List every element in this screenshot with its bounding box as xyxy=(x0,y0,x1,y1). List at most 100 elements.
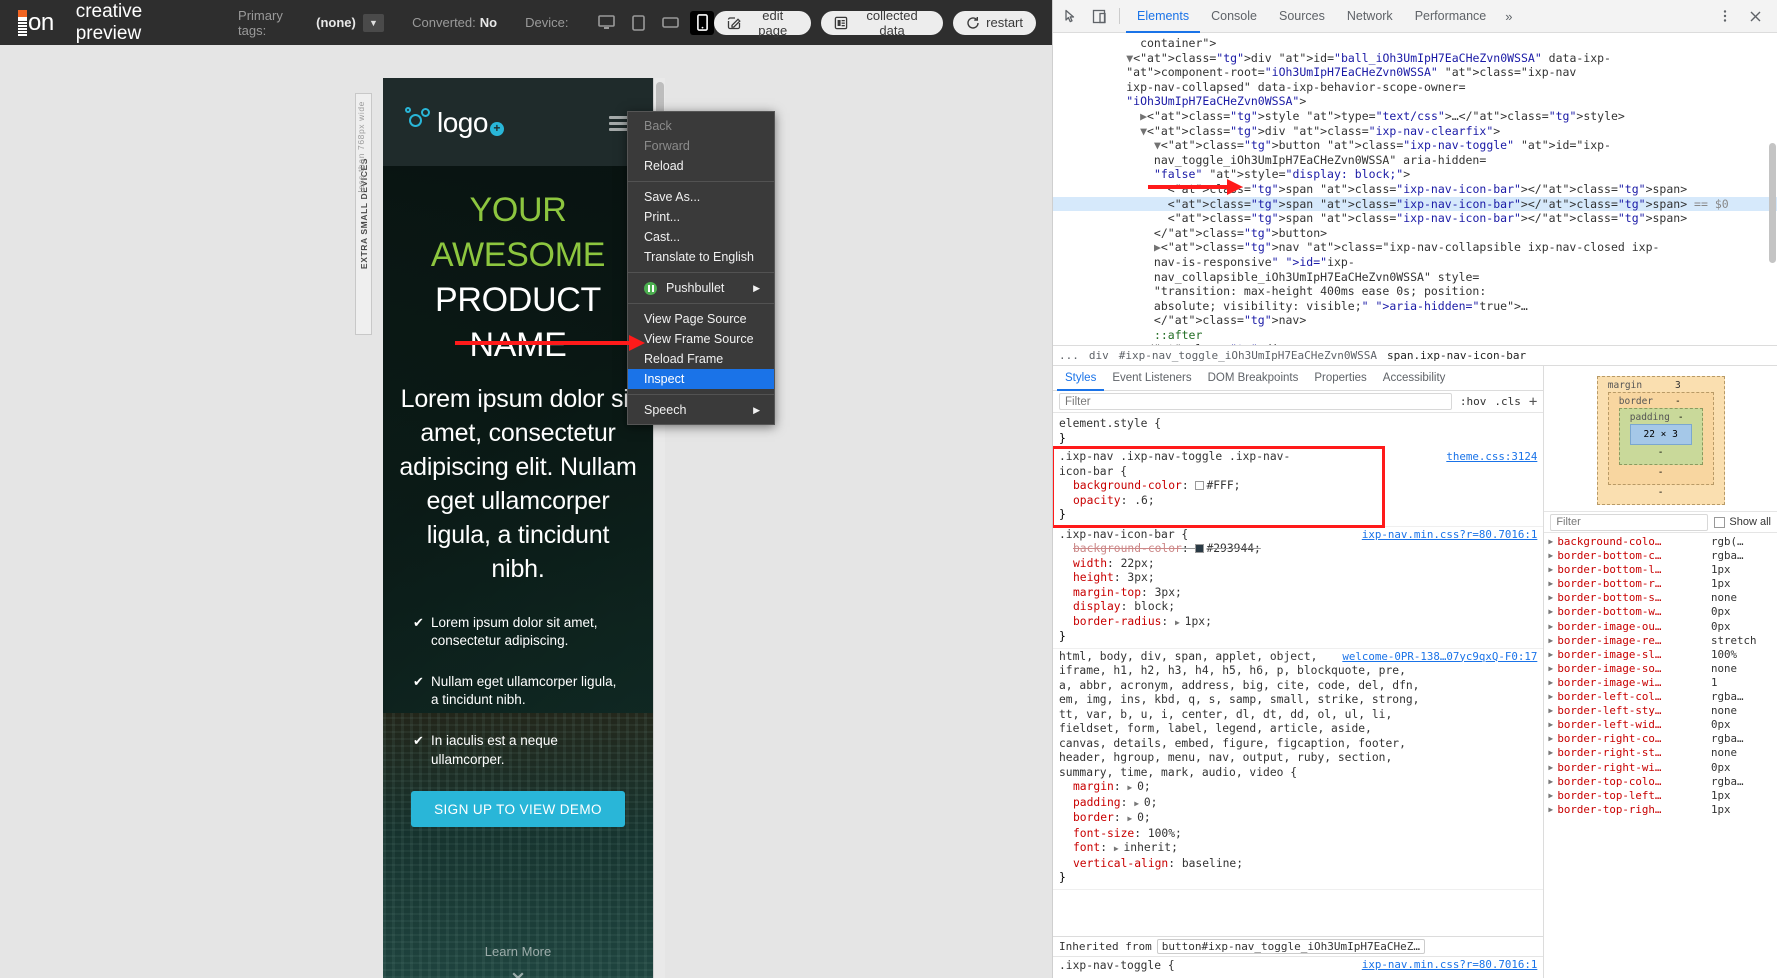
css-declaration[interactable]: background-color: #FFF; xyxy=(1059,479,1537,494)
breadcrumb-item-ellipsis[interactable]: ... xyxy=(1059,349,1079,362)
css-rules-list[interactable]: element.style {} theme.css:3124 .ixp-nav .… xyxy=(1053,413,1544,936)
css-rule[interactable]: welcome-0PR-138…07yc9qxQ-F0:17 html, body… xyxy=(1053,649,1544,890)
breadcrumb-item-button[interactable]: #ixp-nav_toggle_iOh3UmIpH7EaCHeZvn0WSSA xyxy=(1119,349,1377,362)
box-model-padding-bottom[interactable]: - xyxy=(1630,447,1692,458)
dom-tree-line[interactable]: ▼<"at">class="tg">button "at">class="ixp… xyxy=(1053,138,1777,153)
expand-triangle-icon[interactable]: ▶ xyxy=(1548,704,1557,718)
computed-property-row[interactable]: ▶ border-right-wi… 0px xyxy=(1544,761,1777,775)
expand-triangle-icon[interactable]: ▶ xyxy=(1548,577,1557,591)
tab-accessibility[interactable]: Accessibility xyxy=(1375,366,1454,391)
dom-tree-line[interactable]: ▼<"at">class="tg">div "at">class="ixp-na… xyxy=(1053,124,1777,139)
color-swatch[interactable] xyxy=(1195,544,1205,553)
menu-item-view-frame-source[interactable]: View Frame Source xyxy=(628,329,774,349)
signup-cta-button[interactable]: SIGN UP TO VIEW DEMO xyxy=(411,791,625,828)
learn-more-link[interactable]: Learn More ⌄ xyxy=(383,944,653,978)
device-toolbar-toggle-icon[interactable] xyxy=(1085,3,1113,29)
breadcrumb-item-div[interactable]: div xyxy=(1089,349,1109,362)
device-tablet-portrait-icon[interactable] xyxy=(626,11,650,35)
computed-property-row[interactable]: ▶ border-image-so… none xyxy=(1544,662,1777,676)
computed-property-row[interactable]: ▶ border-top-righ… 1px xyxy=(1544,803,1777,817)
dom-tree-line[interactable]: ▶<"at">class="tg">nav "at">class="ixp-na… xyxy=(1053,240,1777,255)
computed-property-row[interactable]: ▶ border-left-col… rgba… xyxy=(1544,690,1777,704)
computed-property-row[interactable]: ▶ background-colo… rgb(… xyxy=(1544,535,1777,549)
box-model-content[interactable]: 22 × 3 xyxy=(1629,424,1692,445)
device-mobile-icon[interactable] xyxy=(690,10,715,35)
show-all-toggle[interactable]: Show all xyxy=(1714,516,1771,528)
more-tabs-icon[interactable]: » xyxy=(1497,9,1520,24)
computed-property-row[interactable]: ▶ border-bottom-c… rgba… xyxy=(1544,549,1777,563)
collected-data-button[interactable]: collected data xyxy=(820,8,944,38)
css-declaration[interactable]: width: 22px; xyxy=(1059,557,1537,572)
dom-tree-line[interactable]: "iOh3UmIpH7EaCHeZvn0WSSA"> xyxy=(1053,94,1777,109)
menu-item-back[interactable]: Back xyxy=(628,116,774,136)
expand-triangle-icon[interactable]: ▶ xyxy=(1548,718,1557,732)
tab-dom-breakpoints[interactable]: DOM Breakpoints xyxy=(1200,366,1307,391)
creative-logo[interactable]: logo + xyxy=(405,106,504,139)
menu-item-save-as[interactable]: Save As... xyxy=(628,187,774,207)
device-desktop-icon[interactable] xyxy=(594,11,618,35)
expand-triangle-icon[interactable]: ▶ xyxy=(1548,662,1557,676)
expand-triangle-icon[interactable]: ▶ xyxy=(1548,563,1557,577)
dom-tree-line[interactable]: <"at">class="tg">span "at">class="ixp-na… xyxy=(1053,196,1777,212)
expand-triangle-icon[interactable]: ▶ xyxy=(1548,732,1557,746)
menu-item-pushbullet[interactable]: Pushbullet ▶ xyxy=(628,278,774,298)
computed-property-row[interactable]: ▶ border-left-wid… 0px xyxy=(1544,718,1777,732)
menu-item-reload[interactable]: Reload xyxy=(628,156,774,176)
dom-tree-line[interactable]: nav_collapsible_iOh3UmIpH7EaCHeZvn0WSSA"… xyxy=(1053,270,1777,285)
css-declaration[interactable]: font-size: 100%; xyxy=(1059,827,1537,842)
computed-property-row[interactable]: ▶ border-bottom-s… none xyxy=(1544,591,1777,605)
menu-item-print[interactable]: Print... xyxy=(628,207,774,227)
css-declaration[interactable]: vertical-align: baseline; xyxy=(1059,857,1537,872)
dom-tree-line[interactable]: nav_toggle_iOh3UmIpH7EaCHeZvn0WSSA" aria… xyxy=(1053,153,1777,168)
tab-performance[interactable]: Performance xyxy=(1404,0,1498,33)
menu-item-speech[interactable]: Speech ▶ xyxy=(628,400,774,420)
tab-event-listeners[interactable]: Event Listeners xyxy=(1104,366,1199,391)
menu-item-inspect[interactable]: Inspect xyxy=(628,369,774,389)
menu-item-translate[interactable]: Translate to English xyxy=(628,247,774,267)
css-declaration[interactable]: padding: ▶ 0; xyxy=(1059,796,1537,812)
dom-tree-line[interactable]: </"at">class="tg">div> xyxy=(1053,342,1777,345)
dom-tree-line[interactable]: nav-is-responsive" ">id="ixp- xyxy=(1053,255,1777,270)
tab-properties[interactable]: Properties xyxy=(1306,366,1374,391)
expand-triangle-icon[interactable]: ▶ xyxy=(1548,549,1557,563)
dom-tree-line[interactable]: <"at">class="tg">span "at">class="ixp-na… xyxy=(1053,211,1777,226)
hov-toggle[interactable]: :hov xyxy=(1460,395,1487,408)
css-declaration[interactable]: margin-top: 3px; xyxy=(1059,586,1537,601)
expand-triangle-icon[interactable]: ▶ xyxy=(1548,789,1557,803)
new-style-rule-button[interactable]: + xyxy=(1529,394,1537,410)
cls-toggle[interactable]: .cls xyxy=(1494,395,1521,408)
tab-network[interactable]: Network xyxy=(1336,0,1404,33)
restart-button[interactable]: restart xyxy=(953,10,1036,35)
css-declaration[interactable]: border-radius: ▶ 1px; xyxy=(1059,615,1537,631)
computed-property-row[interactable]: ▶ border-left-sty… none xyxy=(1544,704,1777,718)
expand-triangle-icon[interactable]: ▶ xyxy=(1548,634,1557,648)
computed-property-row[interactable]: ▶ border-image-sl… 100% xyxy=(1544,648,1777,662)
css-rule[interactable]: element.style {} xyxy=(1053,416,1543,449)
css-declaration[interactable]: opacity: .6; xyxy=(1059,494,1537,509)
box-model-border-bottom[interactable]: - xyxy=(1619,467,1703,478)
expand-triangle-icon[interactable]: ▶ xyxy=(1548,591,1557,605)
tab-styles[interactable]: Styles xyxy=(1057,366,1104,391)
dom-tree-scrollbar-thumb[interactable] xyxy=(1769,143,1776,263)
computed-property-row[interactable]: ▶ border-top-colo… rgba… xyxy=(1544,775,1777,789)
computed-property-row[interactable]: ▶ border-image-wi… 1 xyxy=(1544,676,1777,690)
menu-item-reload-frame[interactable]: Reload Frame xyxy=(628,349,774,369)
css-rule[interactable]: ixp-nav.min.css?r=80.7016:1 .ixp-nav-icon… xyxy=(1053,527,1544,649)
menu-item-forward[interactable]: Forward xyxy=(628,136,774,156)
edit-page-button[interactable]: edit page xyxy=(714,8,811,38)
css-declaration[interactable]: border: ▶ 0; xyxy=(1059,811,1537,827)
dom-tree-line[interactable]: </"at">class="tg">nav> xyxy=(1053,313,1777,328)
expand-triangle-icon[interactable]: ▶ xyxy=(1548,648,1557,662)
dom-tree-line[interactable]: ixp-nav-collapsed" data-ixp-behavior-sco… xyxy=(1053,80,1777,95)
computed-filter-input[interactable]: Filter xyxy=(1550,513,1709,531)
menu-item-cast[interactable]: Cast... xyxy=(628,227,774,247)
expand-triangle-icon[interactable]: ▶ xyxy=(1548,605,1557,619)
css-rule-source-link[interactable]: ixp-nav.min.css?r=80.7016:1 xyxy=(1362,528,1538,543)
expand-triangle-icon[interactable]: ▶ xyxy=(1548,690,1557,704)
box-model-margin-bottom[interactable]: - xyxy=(1608,487,1714,498)
expand-triangle-icon[interactable]: ▶ xyxy=(1548,746,1557,760)
css-rule-source-link[interactable]: theme.css:3124 xyxy=(1446,450,1537,465)
dom-tree-line[interactable]: "transition: max-height 400ms ease 0s; p… xyxy=(1053,284,1777,299)
box-model-padding-top[interactable]: - xyxy=(1678,412,1684,423)
css-declaration[interactable]: height: 3px; xyxy=(1059,571,1537,586)
